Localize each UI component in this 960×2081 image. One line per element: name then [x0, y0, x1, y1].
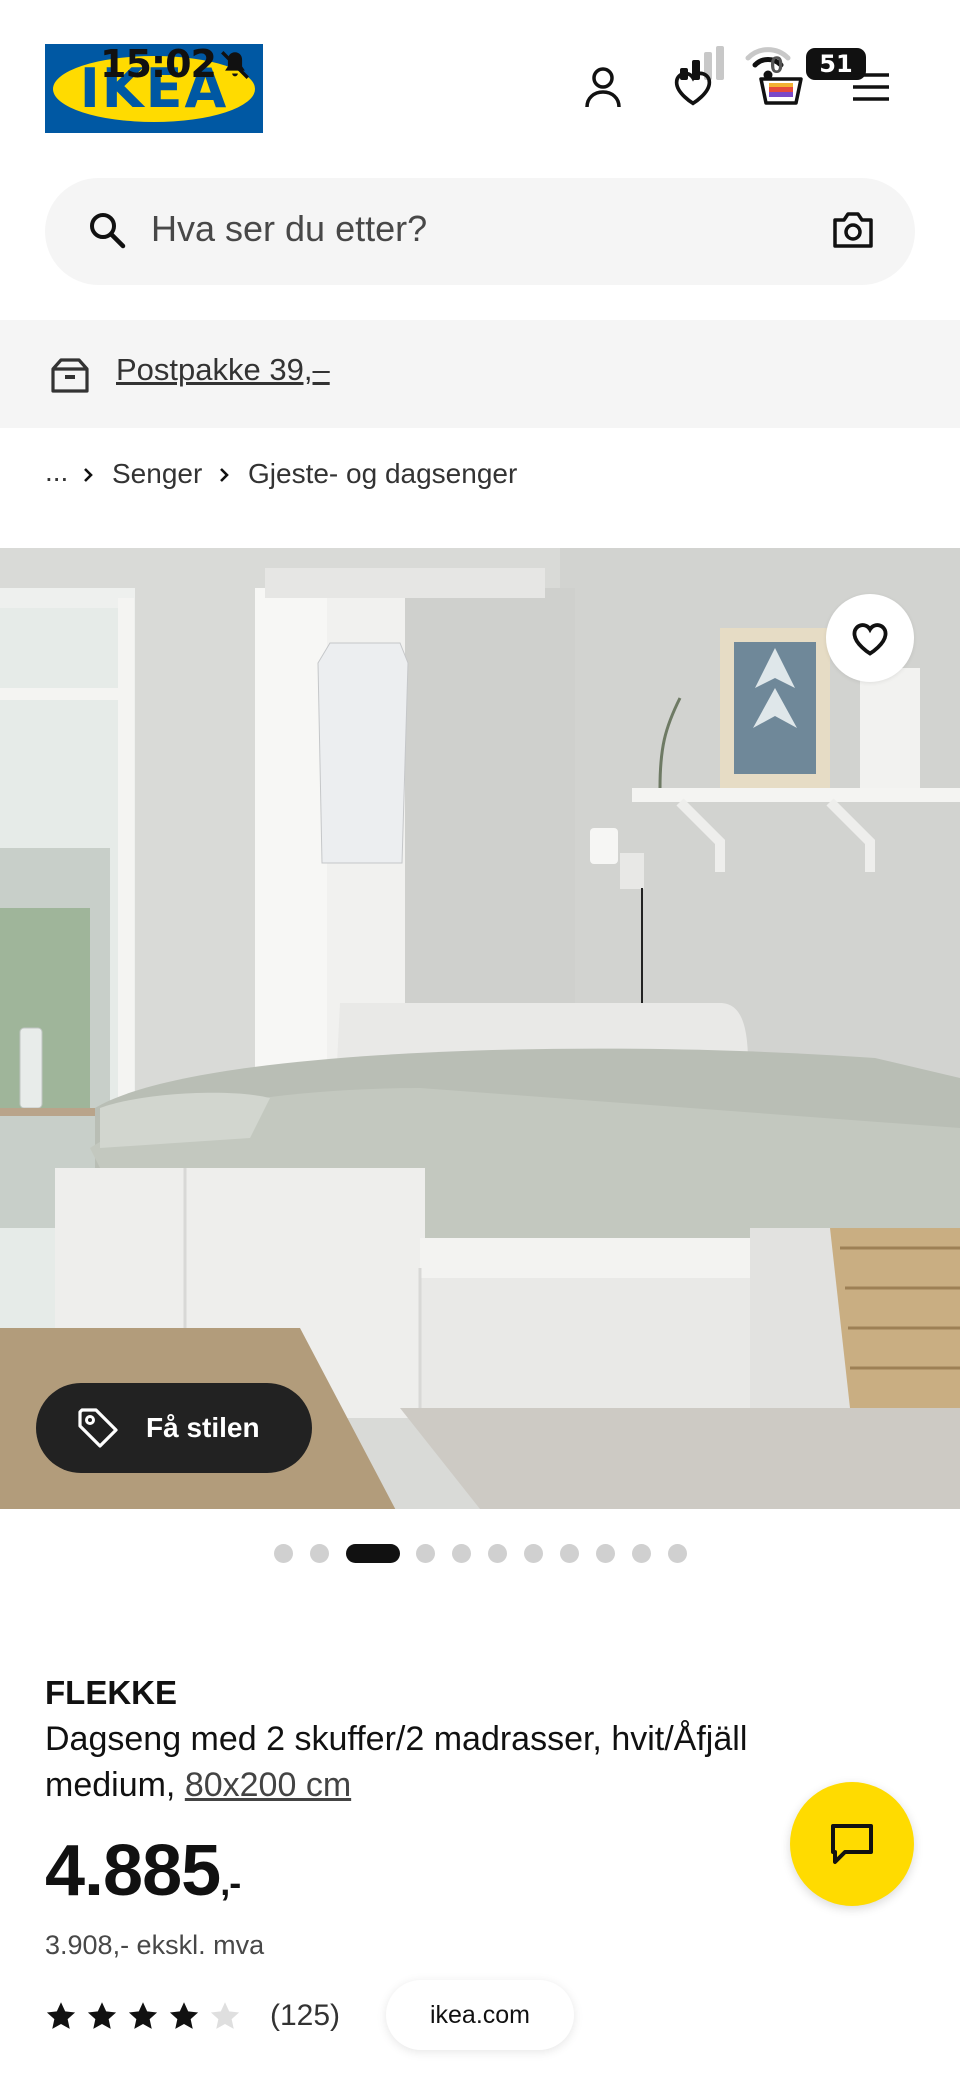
carousel-dot[interactable]	[560, 1544, 579, 1563]
star-filled-icon	[169, 2002, 199, 2029]
product-description-text: Dagseng med 2 skuffer/2 madrasser, hvit/…	[45, 1720, 748, 1804]
carousel-dot[interactable]	[596, 1544, 615, 1563]
delivery-banner[interactable]: Postpakke 39,–	[0, 320, 960, 428]
product-name: FLEKKE	[45, 1674, 177, 1711]
account-icon[interactable]	[578, 62, 628, 112]
favorite-button[interactable]	[826, 594, 914, 682]
price-excl-vat: 3.908,- ekskl. mva	[45, 1930, 265, 1960]
carousel-dot[interactable]	[524, 1544, 543, 1563]
carousel-dot[interactable]	[452, 1544, 471, 1563]
product-size-link[interactable]: 80x200 cm	[185, 1766, 351, 1804]
carousel-dot[interactable]	[632, 1544, 651, 1563]
bell-muted-icon	[221, 51, 249, 79]
status-time: 15:02	[100, 42, 217, 86]
bedroom-scene-image	[0, 548, 960, 1509]
parcel-icon	[51, 358, 89, 393]
review-count[interactable]: (125)	[270, 1999, 340, 2033]
carousel-dot[interactable]	[488, 1544, 507, 1563]
tag-icon	[78, 1408, 118, 1448]
camera-icon[interactable]	[831, 210, 875, 250]
star-filled-icon	[46, 2002, 76, 2029]
wishlist-icon[interactable]	[668, 62, 718, 112]
product-price: 4.885,-	[45, 1830, 241, 1912]
cart-count: 0	[770, 52, 784, 79]
carousel-dot[interactable]	[310, 1544, 329, 1563]
delivery-banner-label[interactable]: Postpakke 39,–	[116, 352, 330, 388]
chat-icon	[831, 1824, 873, 1864]
chevron-right-icon	[220, 468, 229, 482]
menu-icon[interactable]	[846, 62, 896, 112]
product-description: Dagseng med 2 skuffer/2 madrasser, hvit/…	[45, 1716, 865, 1808]
breadcrumb-item-gjestesenger[interactable]: Gjeste- og dagsenger	[248, 458, 517, 490]
carousel-dot-active[interactable]	[346, 1544, 400, 1563]
get-the-look-label: Få stilen	[146, 1412, 260, 1443]
product-image[interactable]	[0, 548, 960, 1509]
heart-icon	[852, 623, 888, 656]
price-suffix: ,-	[220, 1862, 241, 1903]
star-filled-icon	[87, 2002, 117, 2029]
star-filled-icon	[128, 2002, 158, 2029]
search-icon	[90, 213, 126, 249]
chat-button[interactable]	[790, 1782, 914, 1906]
price-value: 4.885	[45, 1831, 221, 1911]
carousel-dot[interactable]	[274, 1544, 293, 1563]
carousel-dot[interactable]	[668, 1544, 687, 1563]
search-input[interactable]: Hva ser du etter?	[151, 208, 427, 250]
breadcrumb-ellipsis[interactable]: ...	[45, 456, 68, 488]
breadcrumb-item-senger[interactable]: Senger	[112, 458, 202, 490]
chevron-right-icon	[84, 468, 93, 482]
get-the-look-button[interactable]: Få stilen	[36, 1383, 312, 1473]
search-bar[interactable]: Hva ser du etter?	[45, 178, 915, 285]
browser-url-bar[interactable]: ikea.com	[386, 1980, 574, 2050]
carousel-dot[interactable]	[416, 1544, 435, 1563]
product-rating[interactable]: (125)	[45, 1999, 340, 2033]
star-empty-icon	[210, 2002, 240, 2029]
